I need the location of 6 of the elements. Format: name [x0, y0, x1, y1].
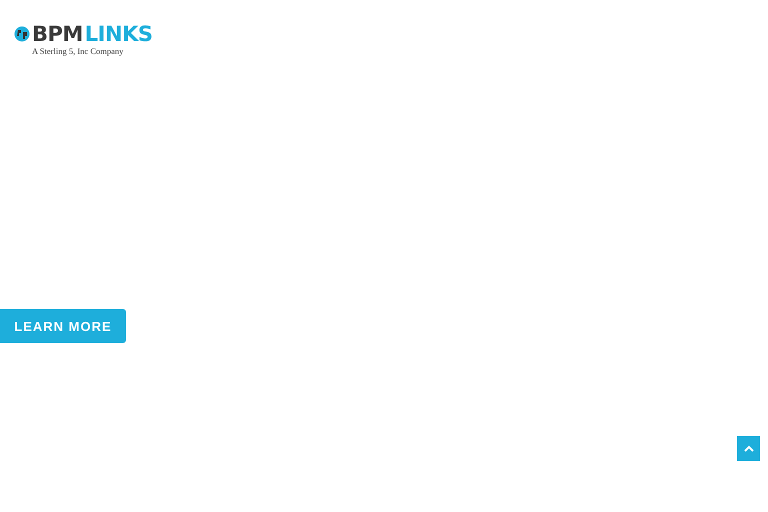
logo-text: BPM [32, 22, 83, 46]
chevron-up-icon [744, 445, 754, 452]
learn-more-button[interactable]: LEARN MORE [0, 309, 126, 343]
logo-text: LINKS [84, 22, 152, 46]
scroll-to-top-button[interactable] [737, 436, 760, 461]
logo-tagline: A Sterling 5, Inc Company [32, 46, 124, 56]
